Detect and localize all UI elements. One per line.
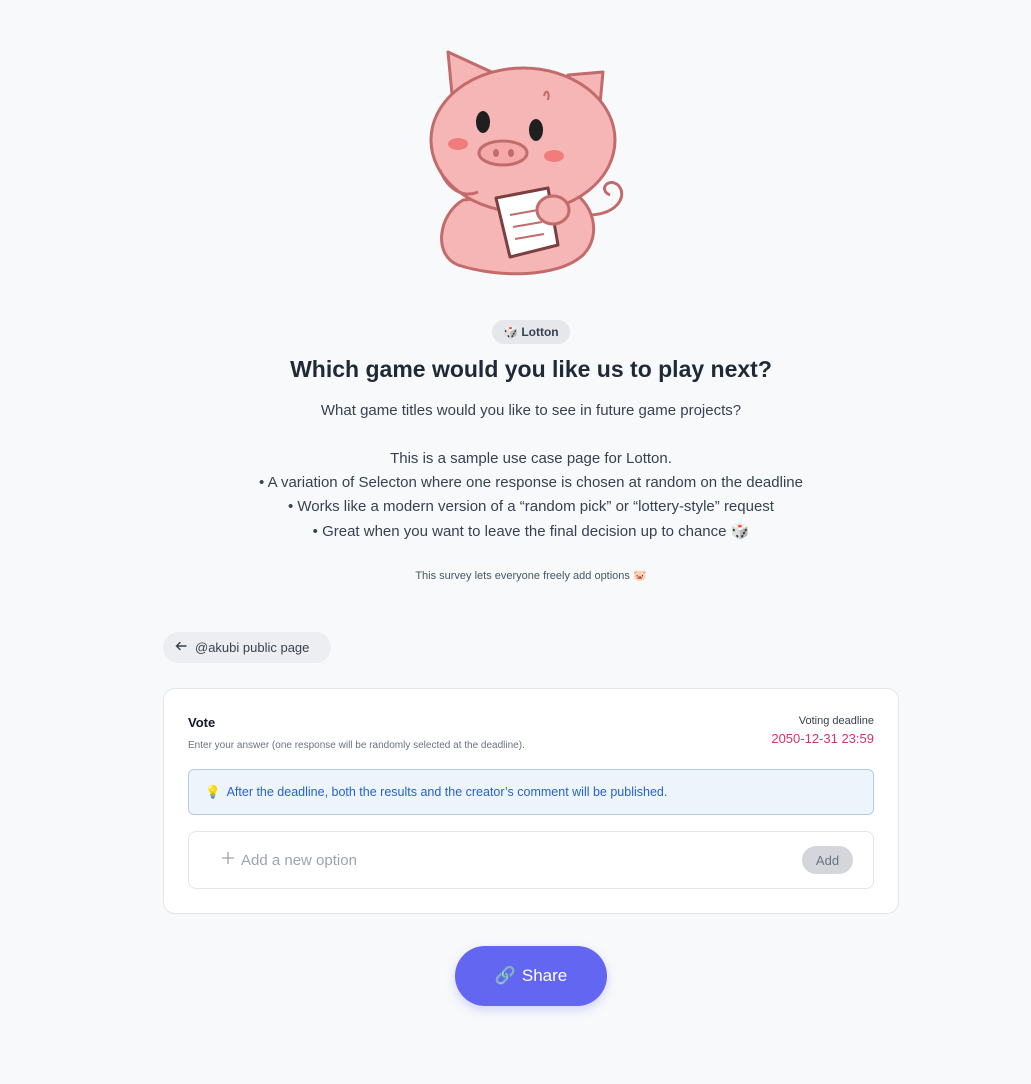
- lightbulb-icon: 💡: [205, 784, 221, 799]
- add-option-button[interactable]: Add: [802, 846, 853, 874]
- share-label: Share: [521, 966, 568, 985]
- back-link-label: @akubi public page: [195, 640, 310, 655]
- survey-note: This survey lets everyone freely add opt…: [415, 570, 647, 582]
- add-option-input[interactable]: [241, 846, 781, 874]
- add-option-row: Add: [188, 831, 874, 889]
- description-bullet: • Great when you want to leave the final…: [312, 523, 750, 540]
- page: 🎲 Lotton Which game would you like us to…: [0, 0, 1031, 1084]
- link-icon: 🔗: [494, 966, 516, 985]
- category-badge: 🎲 Lotton: [492, 320, 570, 344]
- description-bullet: • A variation of Selecton where one resp…: [259, 474, 803, 491]
- page-title: Which game would you like us to play nex…: [290, 356, 772, 382]
- vote-subtitle: Enter your answer (one response will be …: [188, 740, 525, 751]
- description-line: This is a sample use case page for Lotto…: [390, 450, 672, 467]
- description-bullet: • Works like a modern version of a “rand…: [288, 498, 774, 515]
- arrow-left-icon: [175, 640, 187, 655]
- deadline-label: Voting deadline: [798, 715, 874, 727]
- back-to-public-page-button[interactable]: @akubi public page: [163, 632, 331, 663]
- info-text: After the deadline, both the results and…: [226, 785, 668, 799]
- dice-icon: 🎲: [503, 325, 519, 339]
- info-banner: 💡 After the deadline, both the results a…: [188, 769, 874, 815]
- description-line: What game titles would you like to see i…: [320, 402, 742, 419]
- share-button[interactable]: 🔗 Share: [455, 946, 607, 1006]
- badge-label: Lotton: [521, 325, 559, 339]
- pig-mascot-illustration: [429, 50, 624, 276]
- plus-icon: [222, 849, 234, 869]
- deadline-value: 2050-12-31 23:59: [771, 731, 874, 746]
- vote-title: Vote: [188, 715, 216, 730]
- vote-card: Vote Enter your answer (one response wil…: [163, 688, 899, 914]
